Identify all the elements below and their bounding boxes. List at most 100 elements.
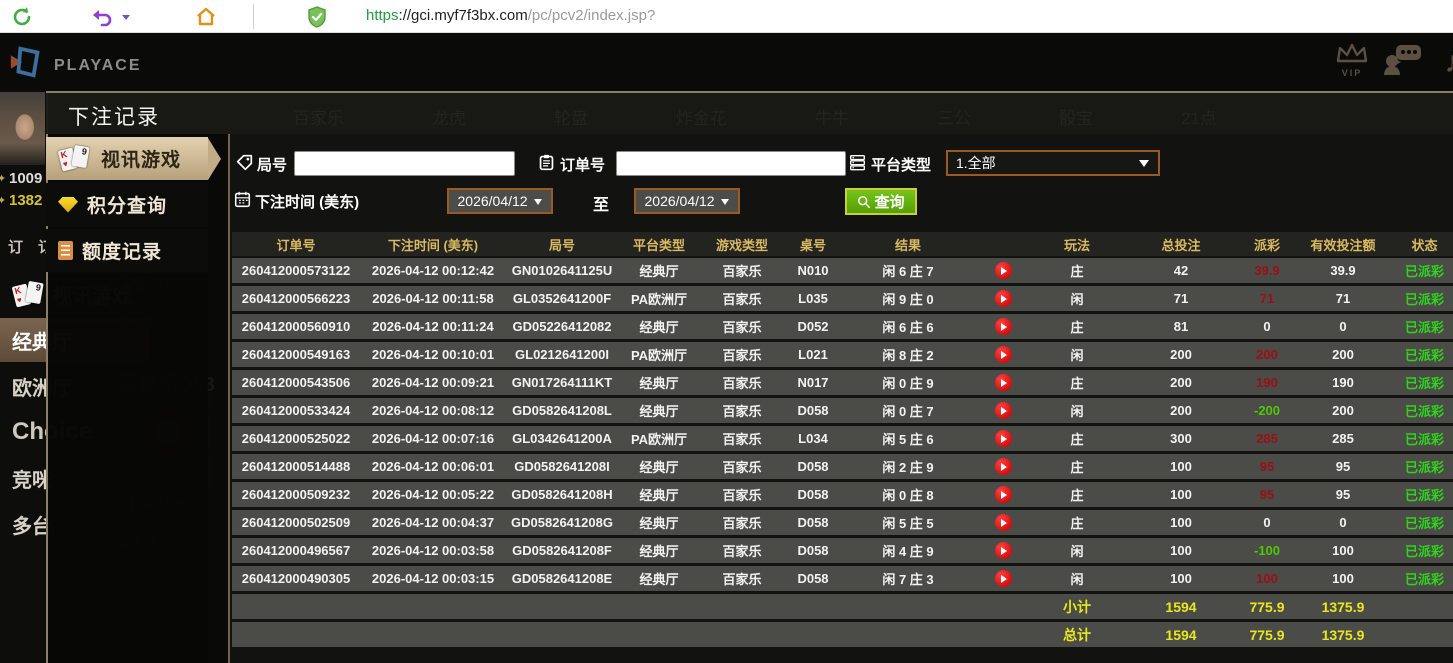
col-header: 派彩: [1240, 232, 1294, 256]
play-video-button[interactable]: [995, 318, 1012, 335]
cell-table-number: N017: [784, 370, 842, 395]
customer-service-button[interactable]: [1383, 43, 1423, 82]
faint-tab: 21点: [1181, 104, 1217, 129]
total-label: 总计: [1032, 622, 1122, 647]
cell-platform: 经典厅: [618, 482, 700, 507]
home-icon[interactable]: [194, 5, 218, 29]
cell-order-number: 260412000509232: [232, 482, 360, 507]
reload-icon[interactable]: [10, 5, 34, 29]
site-security-shield-icon[interactable]: [305, 5, 329, 29]
cell-table-number: D058: [784, 566, 842, 591]
col-header: 玩法: [1032, 232, 1122, 256]
cell-order-number: 260412000549163: [232, 342, 360, 367]
cell-game-type: 百家乐: [700, 258, 784, 283]
cell-table-number: L035: [784, 286, 842, 311]
cell-play-type: 庄: [1032, 482, 1122, 507]
modal-sidebar: K♥9视讯游戏积分查询额度记录: [46, 137, 208, 275]
play-icon: [1001, 435, 1007, 443]
play-video-button[interactable]: [995, 430, 1012, 447]
cell-status: 已派彩: [1392, 426, 1453, 451]
cell-payout: 285: [1240, 426, 1294, 451]
cell-game-type: 百家乐: [700, 482, 784, 507]
col-header: 桌号: [784, 232, 842, 256]
cell-platform: 经典厅: [618, 370, 700, 395]
cards-icon: K♥9: [12, 281, 46, 308]
round-number-input[interactable]: [294, 151, 515, 176]
music-icon[interactable]: ♪: [1437, 43, 1453, 83]
cell-bet-time: 2026-04-12 00:11:58: [360, 286, 506, 311]
cell-game-type: 百家乐: [700, 370, 784, 395]
cell-bet-time: 2026-04-12 00:03:15: [360, 566, 506, 591]
play-video-button[interactable]: [995, 570, 1012, 587]
cell-order-number: 260412000496567: [232, 538, 360, 563]
cell-game-type: 百家乐: [700, 510, 784, 535]
play-video-button[interactable]: [995, 402, 1012, 419]
cell-status: 已派彩: [1392, 398, 1453, 423]
play-video-button[interactable]: [995, 486, 1012, 503]
play-video-button[interactable]: [995, 542, 1012, 559]
cell-round-number: GD05226412082: [506, 314, 618, 339]
play-video-button[interactable]: [995, 374, 1012, 391]
play-icon: [1001, 379, 1007, 387]
cell-status: 已派彩: [1392, 258, 1453, 283]
sidebar-item[interactable]: K♥9视讯游戏: [46, 137, 208, 180]
crown-icon: [1335, 43, 1369, 65]
cell-status: 已派彩: [1392, 482, 1453, 507]
vip-button[interactable]: VIP: [1334, 43, 1370, 78]
bet-time-label: 下注时间 (美东): [255, 191, 359, 212]
date-from-value: 2026/04/12: [458, 193, 528, 209]
cell-platform: 经典厅: [618, 510, 700, 535]
cell-order-number: 260412000525022: [232, 426, 360, 451]
cell-table-number: D058: [784, 538, 842, 563]
cell-bet-time: 2026-04-12 00:10:01: [360, 342, 506, 367]
cell-platform: 经典厅: [618, 538, 700, 563]
cards-icon: K♥9: [58, 145, 92, 172]
cell-platform: PA欧洲厅: [618, 342, 700, 367]
cell-payout: 100: [1240, 566, 1294, 591]
cell-game-type: 百家乐: [700, 398, 784, 423]
cell-valid-bet: 200: [1294, 342, 1392, 367]
col-header: 订单号: [232, 232, 360, 256]
cell-result: 闲 6 庄 6: [842, 314, 974, 339]
cell-round-number: GD0582641208L: [506, 398, 618, 423]
faint-tab-row: 百家乐龙虎轮盘炸金花牛牛三公骰宝21点: [293, 104, 1217, 129]
cell-bet-time: 2026-04-12 00:06:01: [360, 454, 506, 479]
cell-payout: 71: [1240, 286, 1294, 311]
back-icon[interactable]: [90, 5, 114, 29]
cell-bet-time: 2026-04-12 00:07:16: [360, 426, 506, 451]
date-from-picker[interactable]: 2026/04/12: [447, 188, 553, 214]
faint-tab: 轮盘: [554, 104, 588, 129]
play-icon: [1001, 575, 1007, 583]
back-menu-caret-icon[interactable]: [122, 15, 130, 20]
order-number-input[interactable]: [616, 151, 846, 176]
sidebar-item[interactable]: 额度记录: [46, 229, 208, 272]
cell-play-type: 闲: [1032, 566, 1122, 591]
vip-label: VIP: [1334, 68, 1370, 78]
cell-platform: 经典厅: [618, 314, 700, 339]
platform-type-select[interactable]: 1.全部: [946, 150, 1160, 176]
cell-total-bet: 100: [1122, 538, 1240, 563]
content-panel: 局号 订单号 平台类型 1.全部 下注时间 (美东) 2026/04/12 至: [228, 134, 1453, 663]
play-video-button[interactable]: [995, 514, 1012, 531]
faint-tab: 牛牛: [815, 104, 849, 129]
cell-platform: 经典厅: [618, 398, 700, 423]
address-bar[interactable]: https://gci.myf7f3bx.com/pc/pcv2/index.j…: [366, 7, 655, 24]
sidebar-item[interactable]: 积分查询: [46, 183, 208, 226]
play-video-button[interactable]: [995, 458, 1012, 475]
cell-bet-time: 2026-04-12 00:12:42: [360, 258, 506, 283]
total-payout: 775.9: [1240, 622, 1294, 647]
play-video-button[interactable]: [995, 346, 1012, 363]
query-button[interactable]: 查询: [845, 188, 917, 215]
table-row: 260412000514488 2026-04-12 00:06:01 GD05…: [232, 454, 1453, 479]
sidebar-panel: [48, 273, 208, 663]
date-to-picker[interactable]: 2026/04/12: [634, 188, 740, 214]
cell-game-type: 百家乐: [700, 286, 784, 311]
brand-logo[interactable]: PlayAce: [8, 42, 142, 82]
subtotal-total-bet: 1594: [1122, 594, 1240, 619]
cell-game-type: 百家乐: [700, 538, 784, 563]
playace-logo-icon: [8, 43, 46, 81]
play-video-button[interactable]: [995, 262, 1012, 279]
cell-total-bet: 200: [1122, 398, 1240, 423]
col-header-spacer: [974, 232, 1032, 256]
play-video-button[interactable]: [995, 290, 1012, 307]
